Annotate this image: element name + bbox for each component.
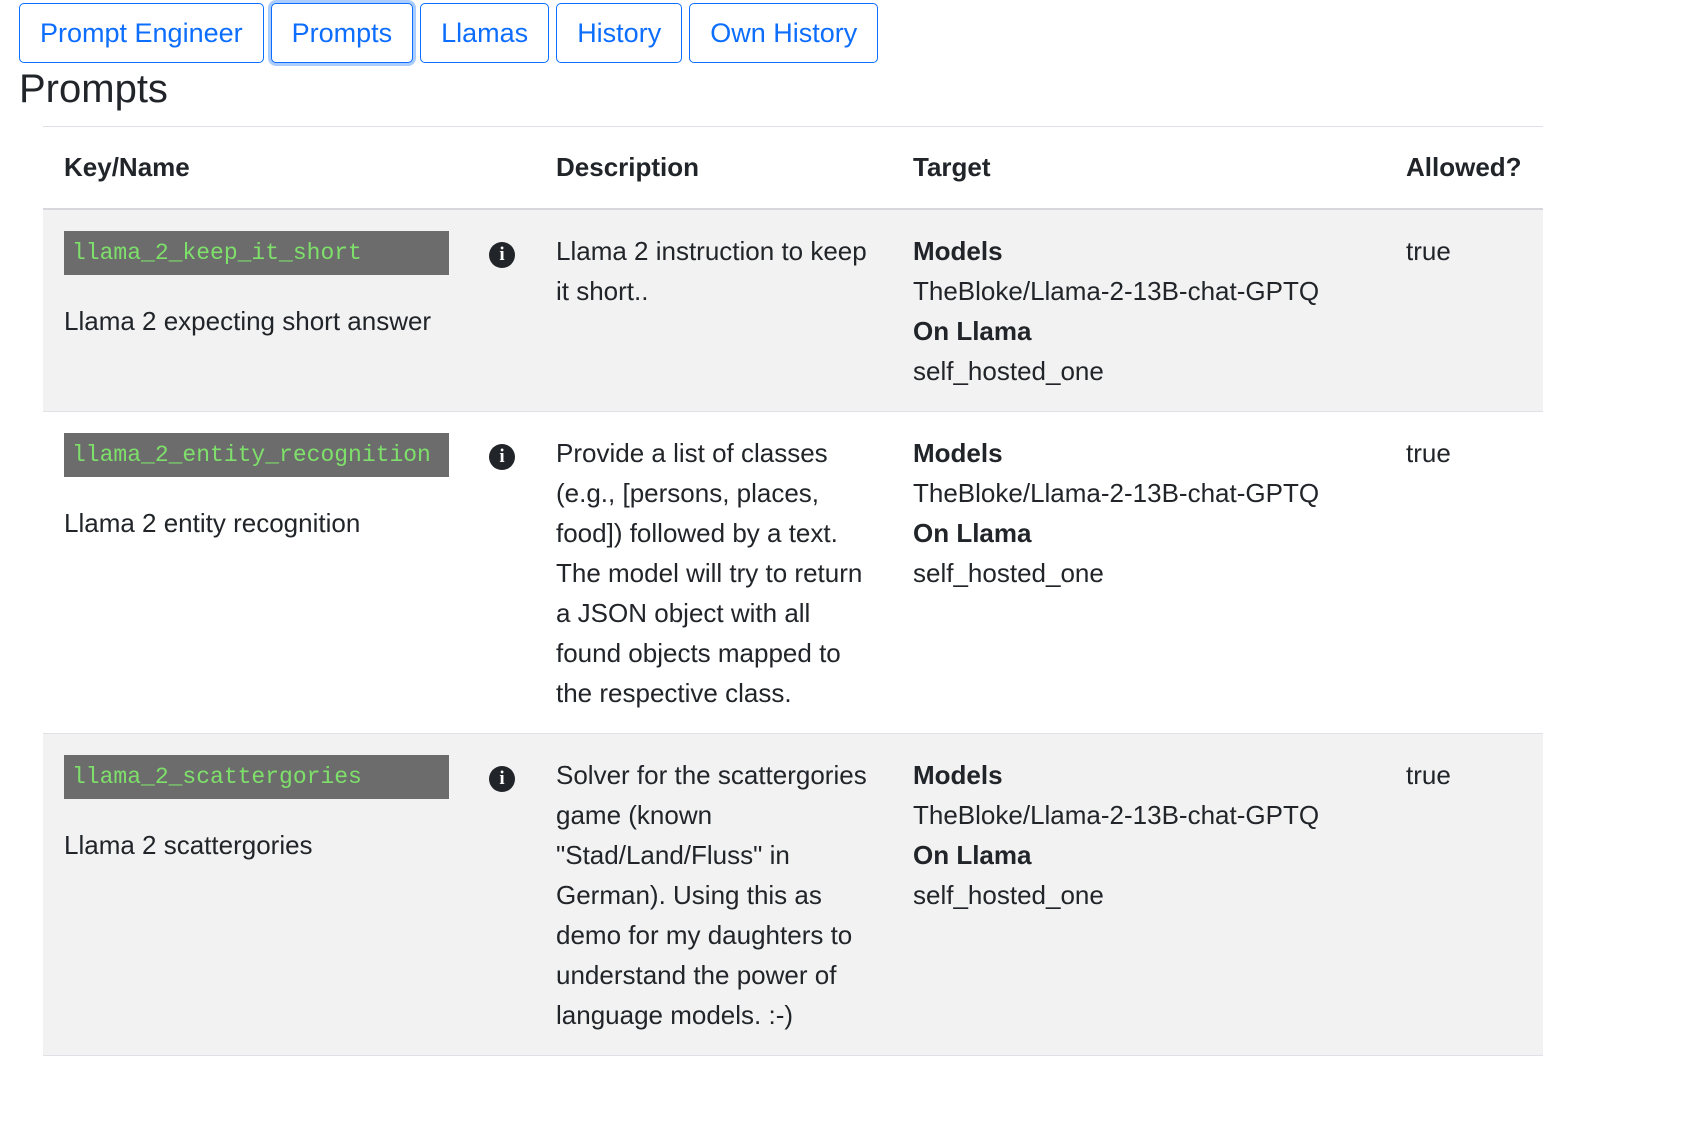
target-cell: Models TheBloke/Llama-2-13B-chat-GPTQ On… xyxy=(892,209,1385,412)
key-name-cell: llama_2_scattergories Llama 2 scattergor… xyxy=(43,733,471,1056)
page-title: Prompts xyxy=(19,67,168,111)
table-row: llama_2_scattergories Llama 2 scattergor… xyxy=(43,733,1543,1056)
info-icon[interactable]: i xyxy=(489,242,515,268)
allowed-cell: true xyxy=(1385,733,1543,1056)
info-cell: i xyxy=(471,733,535,1056)
allowed-cell: true xyxy=(1385,411,1543,734)
prompt-name: Llama 2 scattergories xyxy=(64,830,313,860)
header-allowed: Allowed? xyxy=(1385,126,1543,210)
header-description: Description xyxy=(535,126,892,210)
on-llama-label: On Llama xyxy=(913,518,1032,548)
prompt-name: Llama 2 entity recognition xyxy=(64,508,361,538)
models-label: Models xyxy=(913,760,1003,790)
models-label: Models xyxy=(913,236,1003,266)
prompt-key: llama_2_keep_it_short xyxy=(64,231,449,275)
prompt-name: Llama 2 expecting short answer xyxy=(64,306,432,336)
prompt-key: llama_2_entity_recognition xyxy=(64,433,449,477)
tab-own-history[interactable]: Own History xyxy=(689,3,879,63)
key-name-cell: llama_2_keep_it_short Llama 2 expecting … xyxy=(43,209,471,412)
models-label: Models xyxy=(913,438,1003,468)
models-value: TheBloke/Llama-2-13B-chat-GPTQ xyxy=(913,478,1320,508)
on-llama-label: On Llama xyxy=(913,316,1032,346)
table-header-row: Key/Name Description Target Allowed? xyxy=(43,126,1543,210)
models-value: TheBloke/Llama-2-13B-chat-GPTQ xyxy=(913,800,1320,830)
on-llama-label: On Llama xyxy=(913,840,1032,870)
prompt-key: llama_2_scattergories xyxy=(64,755,449,799)
allowed-cell: true xyxy=(1385,209,1543,412)
info-icon[interactable]: i xyxy=(489,766,515,792)
on-llama-value: self_hosted_one xyxy=(913,356,1104,386)
table-row: llama_2_keep_it_short Llama 2 expecting … xyxy=(43,209,1543,412)
prompts-table: Key/Name Description Target Allowed? lla… xyxy=(43,126,1543,1056)
nav-tabs: Prompt Engineer Prompts Llamas History O… xyxy=(19,3,879,63)
header-info xyxy=(471,126,535,210)
models-value: TheBloke/Llama-2-13B-chat-GPTQ xyxy=(913,276,1320,306)
on-llama-value: self_hosted_one xyxy=(913,880,1104,910)
key-name-cell: llama_2_entity_recognition Llama 2 entit… xyxy=(43,411,471,734)
info-icon[interactable]: i xyxy=(489,444,515,470)
table-row: llama_2_entity_recognition Llama 2 entit… xyxy=(43,411,1543,734)
info-cell: i xyxy=(471,411,535,734)
tab-prompts[interactable]: Prompts xyxy=(270,3,414,63)
target-cell: Models TheBloke/Llama-2-13B-chat-GPTQ On… xyxy=(892,411,1385,734)
info-cell: i xyxy=(471,209,535,412)
tab-history[interactable]: History xyxy=(556,3,683,63)
description-cell: Solver for the scattergories game (known… xyxy=(535,733,892,1056)
description-cell: Provide a list of classes (e.g., [person… xyxy=(535,411,892,734)
header-target: Target xyxy=(892,126,1385,210)
on-llama-value: self_hosted_one xyxy=(913,558,1104,588)
tab-llamas[interactable]: Llamas xyxy=(420,3,550,63)
tab-prompt-engineer[interactable]: Prompt Engineer xyxy=(19,3,264,63)
description-cell: Llama 2 instruction to keep it short.. xyxy=(535,209,892,412)
target-cell: Models TheBloke/Llama-2-13B-chat-GPTQ On… xyxy=(892,733,1385,1056)
header-key-name: Key/Name xyxy=(43,126,471,210)
